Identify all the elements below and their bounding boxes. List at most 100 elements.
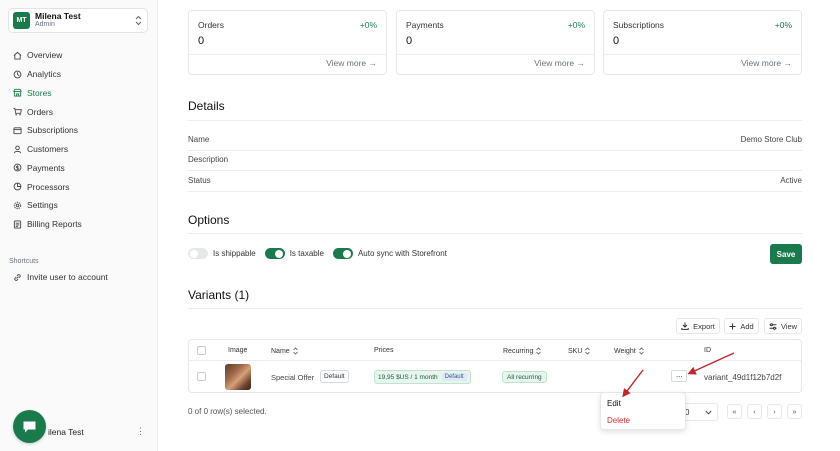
sidebar-item-label: Subscriptions — [27, 125, 79, 136]
view-more-link[interactable]: View more → — [326, 58, 377, 68]
toggle-label: Auto sync with Storefront — [357, 249, 447, 258]
settings-icon — [13, 201, 22, 210]
user-name[interactable]: ilena Test — [48, 427, 84, 437]
stat-change: +0% — [359, 20, 377, 30]
divider — [188, 120, 802, 121]
details-heading: Details — [188, 99, 225, 113]
column-header-recurring[interactable]: Recurring — [503, 347, 542, 355]
divider — [188, 191, 802, 192]
toggle-auto-sync-storefront[interactable] — [332, 248, 353, 259]
next-page-button[interactable]: › — [767, 404, 782, 419]
stat-change: +0% — [567, 20, 585, 30]
row-actions-button[interactable]: ··· — [671, 370, 687, 382]
divider — [397, 54, 594, 55]
divider — [188, 170, 802, 171]
sidebar-item-label: Payments — [27, 162, 65, 173]
export-button[interactable]: Export — [676, 318, 720, 334]
processors-icon — [13, 182, 22, 191]
shortcut-label: Invite user to account — [27, 272, 108, 282]
sidebar-item-label: Processors — [27, 181, 70, 192]
add-variant-button[interactable]: Add — [724, 318, 759, 334]
toggle-is-shippable[interactable] — [188, 248, 208, 259]
options-heading: Options — [188, 213, 230, 227]
org-name: Milena Test — [35, 10, 81, 21]
menu-item-delete[interactable]: Delete — [607, 416, 630, 425]
toggle-label: Is shippable — [213, 249, 256, 258]
column-header-id: ID — [704, 347, 711, 354]
stat-title: Payments — [406, 20, 444, 30]
divider — [604, 54, 801, 55]
shortcut-invite-user[interactable]: Invite user to account — [13, 272, 108, 282]
sidebar-item-analytics[interactable]: Analytics — [0, 65, 158, 84]
column-header-image: Image — [228, 347, 248, 354]
selected-rows-count: 0 of 0 row(s) selected. — [188, 407, 267, 416]
sort-icon — [536, 347, 542, 355]
prev-page-button[interactable]: ‹ — [747, 404, 762, 419]
home-icon — [13, 51, 22, 60]
stat-card-payments: Payments +0% 0 View more → — [396, 10, 595, 75]
sidebar-item-label: Overview — [27, 50, 63, 61]
last-page-button[interactable]: » — [787, 404, 802, 419]
first-page-button[interactable]: « — [727, 404, 742, 419]
analytics-icon — [13, 70, 22, 78]
toggle-label: Is taxable — [289, 249, 324, 258]
column-header-name[interactable]: Name — [271, 347, 298, 355]
sidebar-item-customers[interactable]: Customers — [0, 140, 158, 159]
user-menu-button[interactable]: ⋮ — [136, 426, 145, 437]
column-header-weight[interactable]: Weight — [614, 347, 644, 355]
stat-card-subscriptions: Subscriptions +0% 0 View more → — [603, 10, 802, 75]
cart-icon — [13, 108, 22, 116]
sidebar-item-billing-reports[interactable]: Billing Reports — [0, 215, 158, 234]
sidebar-item-label: Stores — [27, 87, 52, 98]
link-icon — [14, 273, 21, 281]
stat-value: 0 — [198, 35, 205, 47]
sidebar-item-settings[interactable]: Settings — [0, 196, 158, 215]
stat-card-orders: Orders +0% 0 View more → — [188, 10, 387, 75]
stat-title: Orders — [198, 20, 224, 30]
variants-heading: Variants (1) — [188, 288, 250, 302]
export-label: Export — [693, 321, 715, 331]
row-actions-menu: Edit Delete — [600, 392, 686, 430]
view-options-button[interactable]: View — [764, 318, 802, 334]
sidebar-item-label: Billing Reports — [27, 219, 82, 230]
sidebar-item-processors[interactable]: Processors — [0, 177, 158, 196]
download-icon — [681, 322, 689, 330]
detail-value-name: Demo Store Club — [740, 135, 802, 144]
detail-label-name: Name — [188, 135, 210, 144]
divider — [188, 150, 802, 151]
stat-title: Subscriptions — [613, 20, 665, 30]
chat-support-button[interactable] — [13, 410, 46, 443]
sidebar-item-label: Settings — [27, 200, 58, 211]
price-badge: 19,95 $US / 1 month Default — [374, 370, 471, 384]
column-header-prices: Prices — [374, 347, 394, 354]
view-more-link[interactable]: View more → — [741, 58, 792, 68]
save-button[interactable]: Save — [770, 244, 802, 264]
sidebar-item-stores[interactable]: Stores — [0, 84, 158, 103]
stat-value: 0 — [406, 35, 413, 47]
sidebar-nav: Overview Analytics Stores Orders Subscri… — [0, 46, 158, 234]
divider — [188, 233, 802, 234]
org-switcher[interactable]: MT Milena Test Admin — [8, 8, 148, 33]
divider — [189, 54, 386, 55]
menu-item-edit[interactable]: Edit — [607, 399, 621, 408]
sidebar-item-subscriptions[interactable]: Subscriptions — [0, 121, 158, 140]
sort-icon — [638, 347, 644, 355]
store-icon — [13, 89, 22, 97]
org-role: Admin — [35, 21, 55, 29]
sliders-icon — [769, 322, 777, 330]
subscriptions-icon — [13, 127, 22, 134]
variant-name: Special Offer — [271, 373, 315, 382]
sidebar-item-payments[interactable]: Payments — [0, 159, 158, 178]
row-checkbox[interactable] — [197, 372, 206, 381]
toggle-is-taxable[interactable] — [264, 248, 285, 259]
select-all-checkbox[interactable] — [197, 346, 206, 355]
column-header-sku[interactable]: SKU — [568, 347, 591, 355]
chevron-down-icon — [705, 410, 712, 415]
shortcuts-heading: Shortcuts — [9, 258, 39, 265]
detail-label-description: Description — [188, 155, 229, 164]
sidebar-item-orders[interactable]: Orders — [0, 102, 158, 121]
sidebar-item-label: Orders — [27, 106, 53, 117]
sidebar-item-overview[interactable]: Overview — [0, 46, 158, 65]
stat-value: 0 — [613, 35, 620, 47]
view-more-link[interactable]: View more → — [534, 58, 585, 68]
